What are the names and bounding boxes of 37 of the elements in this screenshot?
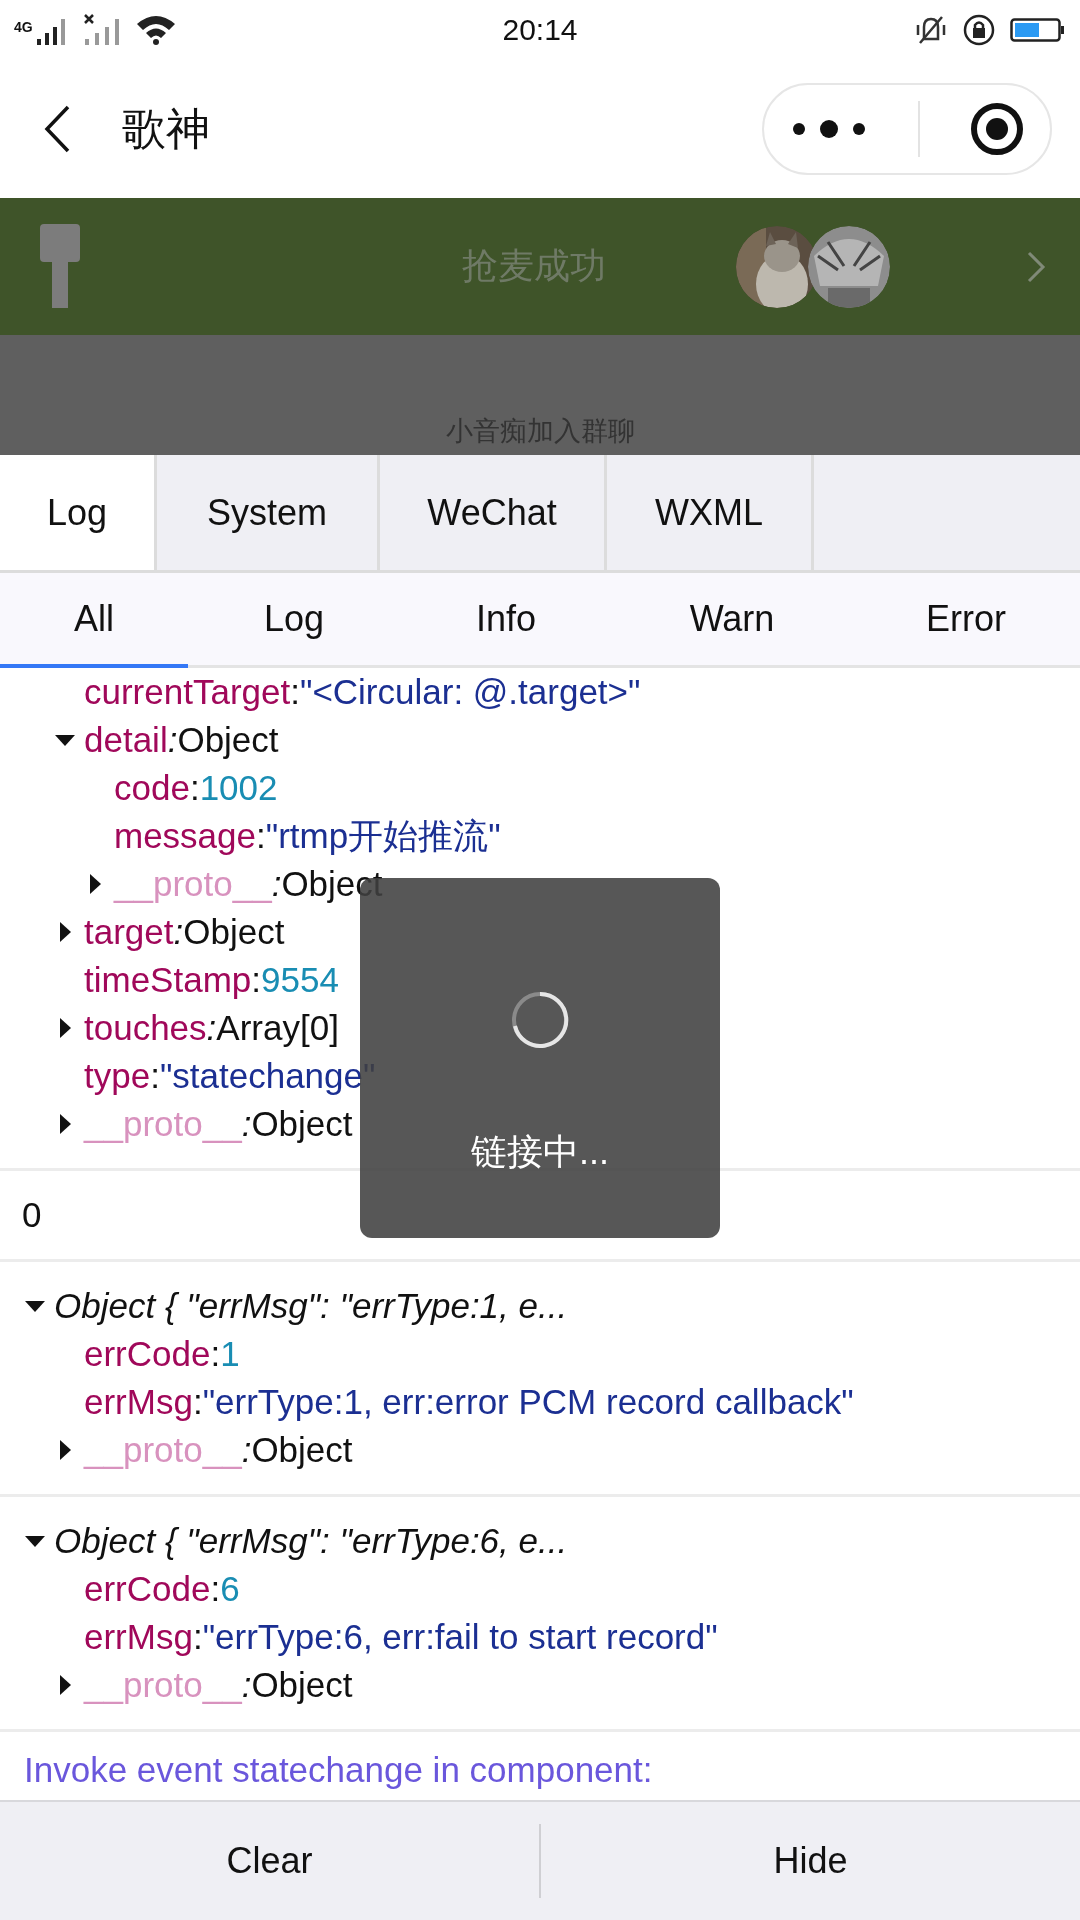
property-line: errCode:1 [84,1334,240,1374]
page-title: 歌神 [122,102,211,155]
banner-title: 抢麦成功 [462,244,606,288]
bottom-button[interactable]: Clear [0,1802,539,1920]
property-line: errCode:6 [84,1569,240,1609]
filter-tab[interactable]: Info [400,573,612,668]
property-line: __proto__:Object [84,1665,353,1705]
property-line: touches:Array[0] [84,1008,339,1048]
property-line: message:"rtmp开始推流" [114,814,501,857]
filter-tab[interactable]: Log [188,573,400,668]
property-line: __proto__:Object [84,1430,353,1470]
filter-tab[interactable]: Error [852,573,1080,668]
object-summary: Object { "errMsg": "errType:6, e... [54,1521,568,1561]
network-label: 4G [14,19,33,35]
filter-tab[interactable]: All [0,573,188,668]
log-text: 0 [22,1195,42,1235]
tab[interactable]: Log [0,455,157,570]
property-line: timeStamp:9554 [84,960,339,1000]
close-target-icon[interactable] [969,101,1026,157]
property-line: errMsg:"errType:6, err:fail to start record" [84,1617,718,1657]
property-line: code:1002 [114,768,278,808]
property-line: target:Object [84,912,285,952]
battery-icon [1010,16,1066,44]
property-line: detail:Object [84,720,279,760]
filter-tab[interactable]: Warn [612,573,852,668]
property-line: __proto__:Object [114,864,383,904]
bottom-button[interactable]: Hide [541,1802,1080,1920]
clock: 20:14 [502,13,578,47]
back-icon[interactable] [42,104,72,154]
spinner-icon [510,990,570,1050]
property-line: errMsg:"errType:1, err:error PCM record callback" [84,1382,854,1422]
log-message: Invoke event statechange in component: [24,1750,653,1789]
rotation-lock-icon [962,13,996,47]
toast-text: 链接中... [471,1130,609,1174]
property-line: __proto__:Object [84,1104,353,1144]
object-summary: Object { "errMsg": "errType:1, e... [54,1286,568,1326]
property-line: currentTarget:"<Circular: @.target>" [84,672,641,712]
